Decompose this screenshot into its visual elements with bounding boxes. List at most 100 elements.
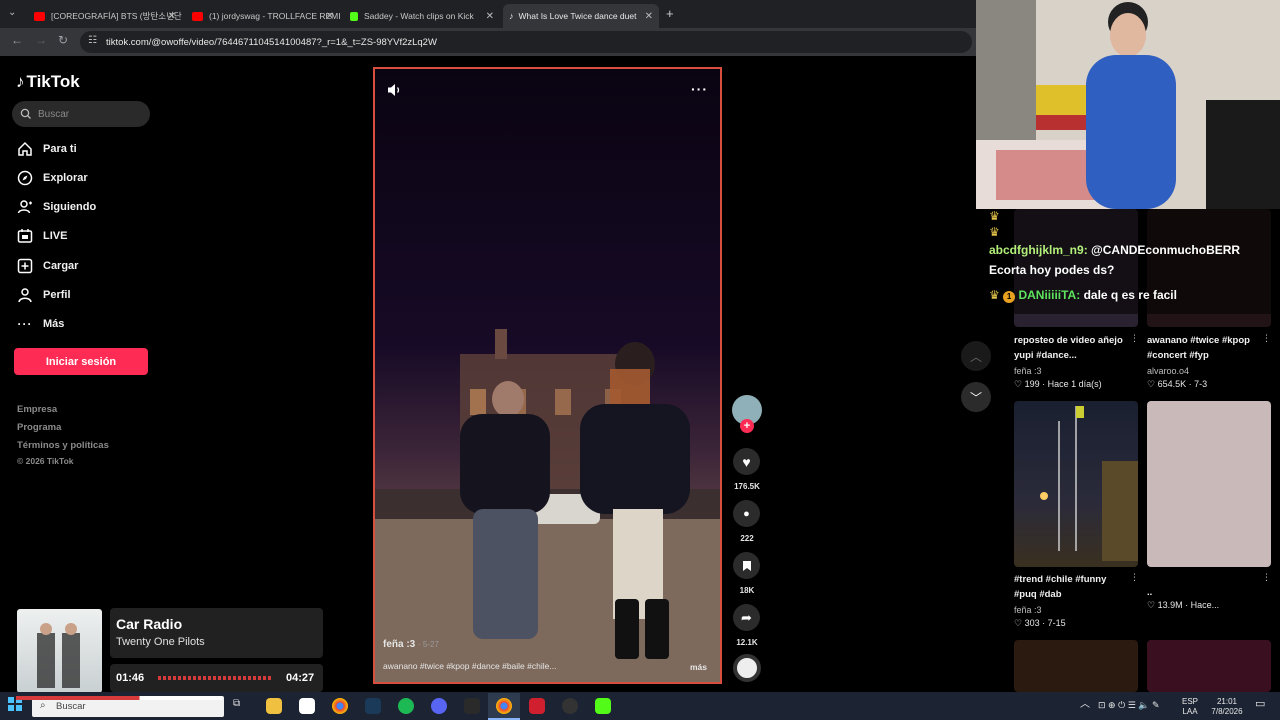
- tiktok-icon: ♪: [509, 11, 514, 21]
- nav-item-siguiendo[interactable]: Siguiendo: [16, 197, 96, 217]
- nav-item-mas[interactable]: ··· Más: [16, 314, 65, 334]
- chat-message: ♛ 1 DANiiiiiTA: dale q es re facil: [989, 288, 1177, 303]
- like-button[interactable]: ♥: [733, 448, 760, 475]
- video-more-options-icon[interactable]: ···: [691, 81, 708, 97]
- new-tab-icon[interactable]: +: [666, 6, 674, 21]
- steam-icon[interactable]: [365, 698, 381, 714]
- streamer-webcam: [976, 0, 1280, 209]
- chrome-icon[interactable]: [332, 698, 348, 714]
- nav-item-cargar[interactable]: Cargar: [16, 256, 78, 276]
- volume-icon[interactable]: [387, 83, 403, 97]
- url-field[interactable]: ☷ tiktok.com/@owoffe/video/7644671104514…: [80, 31, 972, 53]
- tab-list-chevron-icon[interactable]: ⌄: [8, 7, 16, 18]
- progress-bar[interactable]: [158, 676, 273, 680]
- caption-more-link[interactable]: más: [690, 662, 707, 672]
- post-time: 7-15: [1047, 618, 1066, 628]
- save-button[interactable]: [733, 552, 760, 579]
- browser-tab-4-active[interactable]: ♪ What Is Love Twice dance duet ✕: [503, 4, 659, 28]
- recommended-user[interactable]: alvaroo.o4: [1147, 366, 1189, 376]
- tray-icons[interactable]: ⊡ ⊕ ⏻ ☰ 🔈 ✎: [1098, 700, 1160, 710]
- nav-label: Explorar: [43, 172, 88, 184]
- recommended-user[interactable]: feña :3: [1014, 366, 1042, 376]
- more-options-icon[interactable]: ⋮: [1262, 572, 1271, 583]
- home-icon: [16, 140, 34, 158]
- recommended-user[interactable]: feña :3: [1014, 605, 1042, 615]
- video-player[interactable]: ··· feña :3 · 5-27 awanano #twice #kpop …: [373, 67, 722, 684]
- comment-button[interactable]: ●: [733, 500, 760, 527]
- browser-tab-3[interactable]: Saddey - Watch clips on Kick ✕: [344, 4, 500, 28]
- chat-username: DANiiiiiTA:: [1018, 288, 1081, 302]
- search-input[interactable]: Buscar: [12, 101, 150, 127]
- tiktok-logo[interactable]: ♪ TikTok: [16, 72, 80, 92]
- close-icon[interactable]: ✕: [326, 11, 334, 22]
- more-options-icon[interactable]: ⋮: [1130, 572, 1139, 583]
- close-icon[interactable]: ✕: [645, 11, 653, 22]
- forward-icon[interactable]: →: [35, 33, 47, 47]
- comment-icon: ●: [743, 507, 750, 520]
- lang-layout: LAA: [1182, 707, 1198, 716]
- back-icon[interactable]: ←: [11, 33, 23, 47]
- nav-item-perfil[interactable]: Perfil: [16, 285, 71, 305]
- follow-plus-icon[interactable]: +: [740, 419, 754, 433]
- close-icon[interactable]: ✕: [486, 11, 494, 22]
- share-button[interactable]: ➦: [733, 604, 760, 631]
- browser-tab-2[interactable]: (1) jordyswag - TROLLFACE REMI ✕: [186, 4, 340, 28]
- nav-item-explorar[interactable]: Explorar: [16, 168, 88, 188]
- spotify-icon[interactable]: [398, 698, 414, 714]
- close-icon[interactable]: ✕: [168, 11, 176, 22]
- recommended-thumb[interactable]: [1147, 401, 1271, 567]
- recommended-title[interactable]: awanano #twice #kpop #concert #fyp: [1147, 333, 1259, 363]
- recommended-thumb[interactable]: [1014, 640, 1138, 692]
- tray-chevron-icon[interactable]: ︿: [1080, 700, 1090, 710]
- language-indicator[interactable]: ESP LAA: [1182, 697, 1198, 717]
- track-elapsed: 01:46: [116, 672, 145, 684]
- clock-date: 7/8/2026: [1211, 707, 1243, 716]
- nav-item-para-ti[interactable]: Para ti: [16, 139, 77, 159]
- kick-icon[interactable]: [595, 698, 611, 714]
- recommended-meta: ♡ 654.5K · 7-3: [1147, 379, 1208, 389]
- nav-label: Cargar: [43, 260, 79, 272]
- more-options-icon[interactable]: ⋮: [1262, 333, 1271, 344]
- album-art: [37, 623, 80, 688]
- nav-label: LIVE: [43, 230, 68, 242]
- footer-link-programa[interactable]: Programa: [17, 422, 61, 433]
- track-duration: 04:27: [286, 672, 315, 684]
- recommended-thumb[interactable]: [1147, 640, 1271, 692]
- recommended-title[interactable]: #trend #chile #funny #puq #dab: [1014, 572, 1126, 602]
- obs-icon[interactable]: [562, 698, 578, 714]
- video-author[interactable]: feña :3 · 5-27: [383, 639, 439, 650]
- tab-label: [COREOGRAFÍA] BTS (방탄소년단: [51, 11, 182, 21]
- login-button[interactable]: Iniciar sesión: [14, 348, 148, 375]
- video-author-name: feña :3: [383, 639, 416, 650]
- save-count: 18K: [739, 586, 755, 595]
- task-view-icon[interactable]: ⧉: [233, 698, 249, 714]
- mail-icon[interactable]: [299, 698, 315, 714]
- notification-icon[interactable]: ▭: [1255, 699, 1265, 710]
- scroll-up-icon[interactable]: ︿: [961, 341, 991, 371]
- like-count: 176.5K: [734, 482, 760, 491]
- music-disc-icon[interactable]: [733, 654, 761, 682]
- chrome-icon[interactable]: [496, 698, 512, 714]
- nav-item-live[interactable]: LIVE: [16, 226, 67, 246]
- recommended-title[interactable]: ..: [1147, 585, 1259, 600]
- capcut-icon[interactable]: [464, 698, 480, 714]
- search-icon: ⌕: [40, 700, 46, 711]
- site-info-icon[interactable]: ☷: [88, 35, 97, 46]
- recommended-meta: ♡ 303 · 7-15: [1014, 618, 1066, 628]
- crown-icon: ♛: [989, 225, 1000, 239]
- app-icon[interactable]: [529, 698, 545, 714]
- discord-icon[interactable]: [431, 698, 447, 714]
- recommended-thumb[interactable]: [1014, 401, 1138, 567]
- recommended-title[interactable]: reposteo de video añejo yupi #dance...: [1014, 333, 1126, 363]
- file-explorer-icon[interactable]: [266, 698, 282, 714]
- browser-tab-1[interactable]: [COREOGRAFÍA] BTS (방탄소년단 ✕: [28, 4, 182, 28]
- clock[interactable]: 21:01 7/8/2026: [1202, 697, 1252, 717]
- footer-link-empresa[interactable]: Empresa: [17, 404, 57, 415]
- footer-link-terminos[interactable]: Términos y políticas: [17, 440, 109, 451]
- more-options-icon[interactable]: ⋮: [1130, 333, 1139, 344]
- scroll-down-icon[interactable]: ﹀: [961, 382, 991, 412]
- reload-icon[interactable]: ↻: [58, 33, 68, 47]
- recommended-meta: ♡ 199 · Hace 1 día(s): [1014, 379, 1102, 389]
- share-icon: ➦: [741, 609, 752, 625]
- logo-text: TikTok: [26, 72, 80, 91]
